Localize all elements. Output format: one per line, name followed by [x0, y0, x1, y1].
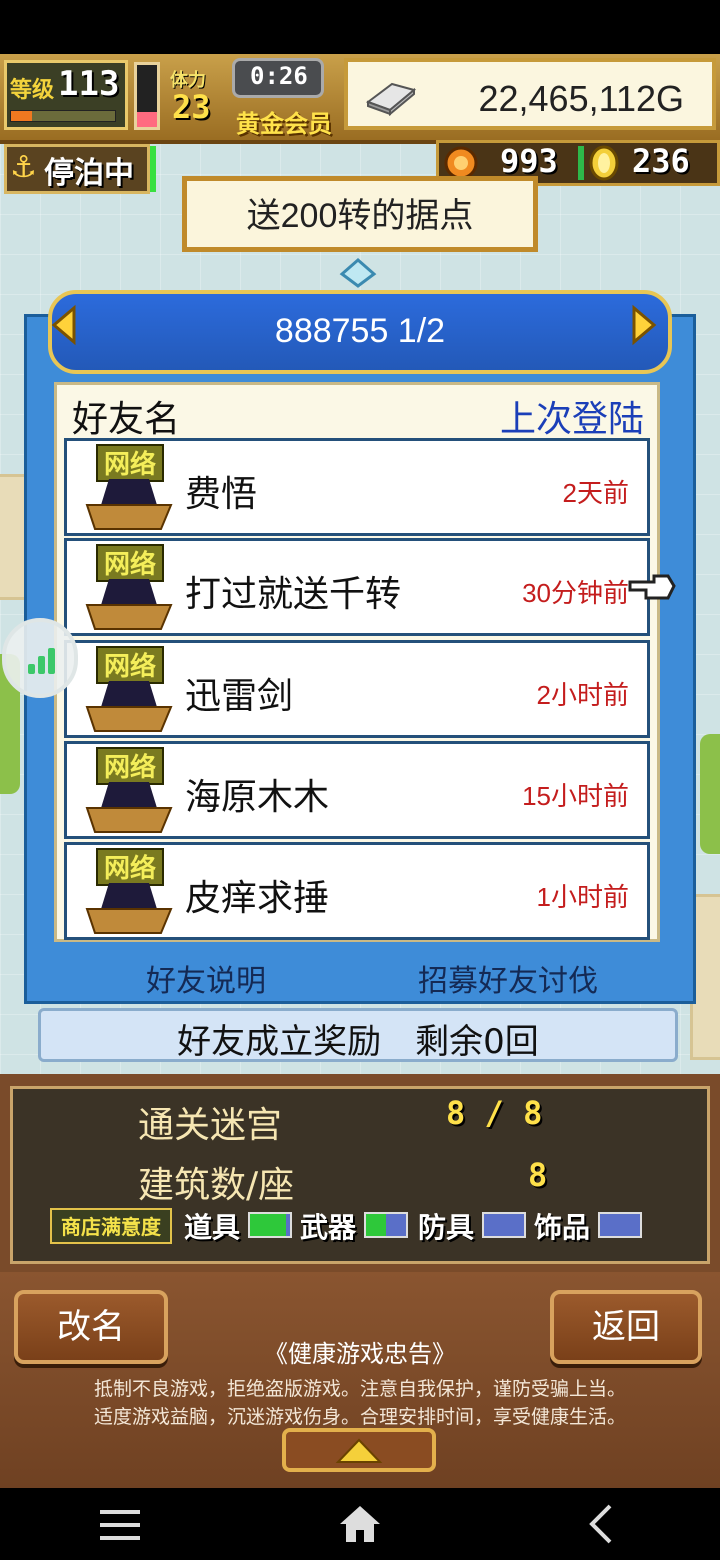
level-progress-bar [10, 110, 116, 122]
page-label: 888755 1/2 [274, 312, 446, 350]
friend-row[interactable]: 网络 打过就送千转 30分钟前 [64, 538, 650, 636]
health-advice-line: 抵制不良游戏，拒绝盗版游戏。注意自我保护，谨防受骗上当。 [93, 1378, 626, 1400]
friend-row[interactable]: 网络 皮痒求捶 1小时前 [64, 842, 650, 940]
column-header-friend-name: 好友名 [72, 399, 181, 440]
shop-category-label: 饰品 [534, 1211, 591, 1244]
back-nav-icon[interactable] [586, 1502, 616, 1546]
shop-satisfaction-fill [366, 1214, 386, 1236]
building-count-value: 8 [528, 1156, 548, 1194]
shop-category-label: 防具 [418, 1211, 475, 1244]
gold-medal-icon [589, 145, 619, 181]
ship-icon: 网络 [85, 646, 173, 732]
ship-icon: 网络 [85, 747, 173, 833]
base-title: 送200转的据点 [246, 197, 474, 235]
medal-value: 236 [632, 142, 690, 180]
ship-tag: 网络 [104, 549, 156, 580]
shop-category-label: 道具 [184, 1211, 241, 1244]
column-header-last-login: 上次登陆 [499, 399, 644, 440]
timer-value: 0:26 [250, 62, 308, 90]
maze-cleared-label: 通关迷宫 [138, 1105, 283, 1146]
shop-satisfaction-fill [250, 1214, 286, 1236]
ship-tag: 网络 [104, 752, 156, 783]
friend-row[interactable]: 网络 迅雷剑 2小时前 [64, 640, 650, 738]
token-value: 993 [500, 142, 558, 180]
status-bar [0, 0, 720, 54]
hp-gauge-fill [137, 111, 157, 127]
friend-name: 费悟 [185, 474, 258, 515]
stamina-value: 23 [172, 88, 211, 126]
building-count-label: 建筑数/座 [138, 1165, 295, 1206]
friend-last-login: 1小时前 [536, 882, 629, 912]
friend-last-login: 2小时前 [536, 680, 629, 710]
health-advice-title: 《健康游戏忠告》 [264, 1340, 456, 1368]
pointing-hand-icon [628, 574, 676, 600]
ship-tag: 网络 [104, 853, 156, 884]
shop-satisfaction-gauge [482, 1212, 526, 1238]
home-icon[interactable] [338, 1502, 382, 1546]
signal-bars-icon [28, 648, 55, 674]
anchored-indicator [150, 146, 156, 192]
health-advice-line: 适度游戏益脑，沉迷游戏伤身。合理安排时间，享受健康生活。 [93, 1406, 626, 1428]
maze-cleared-value: 8 / 8 [446, 1094, 543, 1132]
gold-value: 22,465,112G [478, 78, 684, 119]
menu-icon[interactable] [98, 1506, 142, 1544]
level-progress-fill [11, 111, 32, 121]
token-indicator [578, 146, 584, 180]
diamond-marker-icon [339, 258, 377, 288]
ship-icon: 网络 [85, 444, 173, 530]
shop-satisfaction-gauge [364, 1212, 408, 1238]
ship-icon: 网络 [85, 544, 173, 630]
hp-gauge [134, 62, 160, 130]
ship-tag: 网络 [104, 449, 156, 480]
silver-bar-icon [365, 82, 417, 116]
friend-name: 打过就送千转 [185, 574, 402, 615]
friend-name: 迅雷剑 [185, 676, 294, 717]
shop-satisfaction-gauge [598, 1212, 642, 1238]
recruit-friends-link[interactable]: 招募好友讨伐 [418, 956, 598, 1000]
friend-name: 海原木木 [185, 777, 330, 818]
level-value: 113 [58, 64, 120, 104]
ship-icon: 网络 [85, 848, 173, 934]
level-label: 等级 [10, 78, 55, 103]
friend-last-login: 15小时前 [522, 781, 629, 811]
friend-row[interactable]: 网络 费悟 2天前 [64, 438, 650, 536]
friend-row[interactable]: 网络 海原木木 15小时前 [64, 741, 650, 839]
triangle-up-icon [335, 1438, 383, 1463]
navigation-bar [0, 1488, 720, 1560]
friend-last-login: 2天前 [562, 478, 629, 508]
shop-category-label: 武器 [300, 1211, 357, 1244]
vip-label: 黄金会员 [236, 110, 332, 138]
floating-signal-widget[interactable] [2, 618, 78, 698]
friend-reward-text: 好友成立奖励 剩余0回 [177, 1022, 539, 1062]
friend-help-link[interactable]: 好友说明 [146, 956, 266, 1000]
map-land-green [700, 734, 720, 854]
expand-button[interactable] [282, 1428, 436, 1472]
anchor-icon: ⚓ [10, 150, 37, 185]
ship-tag: 网络 [104, 651, 156, 682]
anchored-label: 停泊中 [44, 156, 134, 191]
shop-satisfaction-gauge [248, 1212, 292, 1238]
shop-satisfaction-label: 商店满意度 [50, 1208, 172, 1244]
friend-last-login: 30分钟前 [522, 578, 629, 608]
friend-name: 皮痒求捶 [185, 878, 330, 919]
